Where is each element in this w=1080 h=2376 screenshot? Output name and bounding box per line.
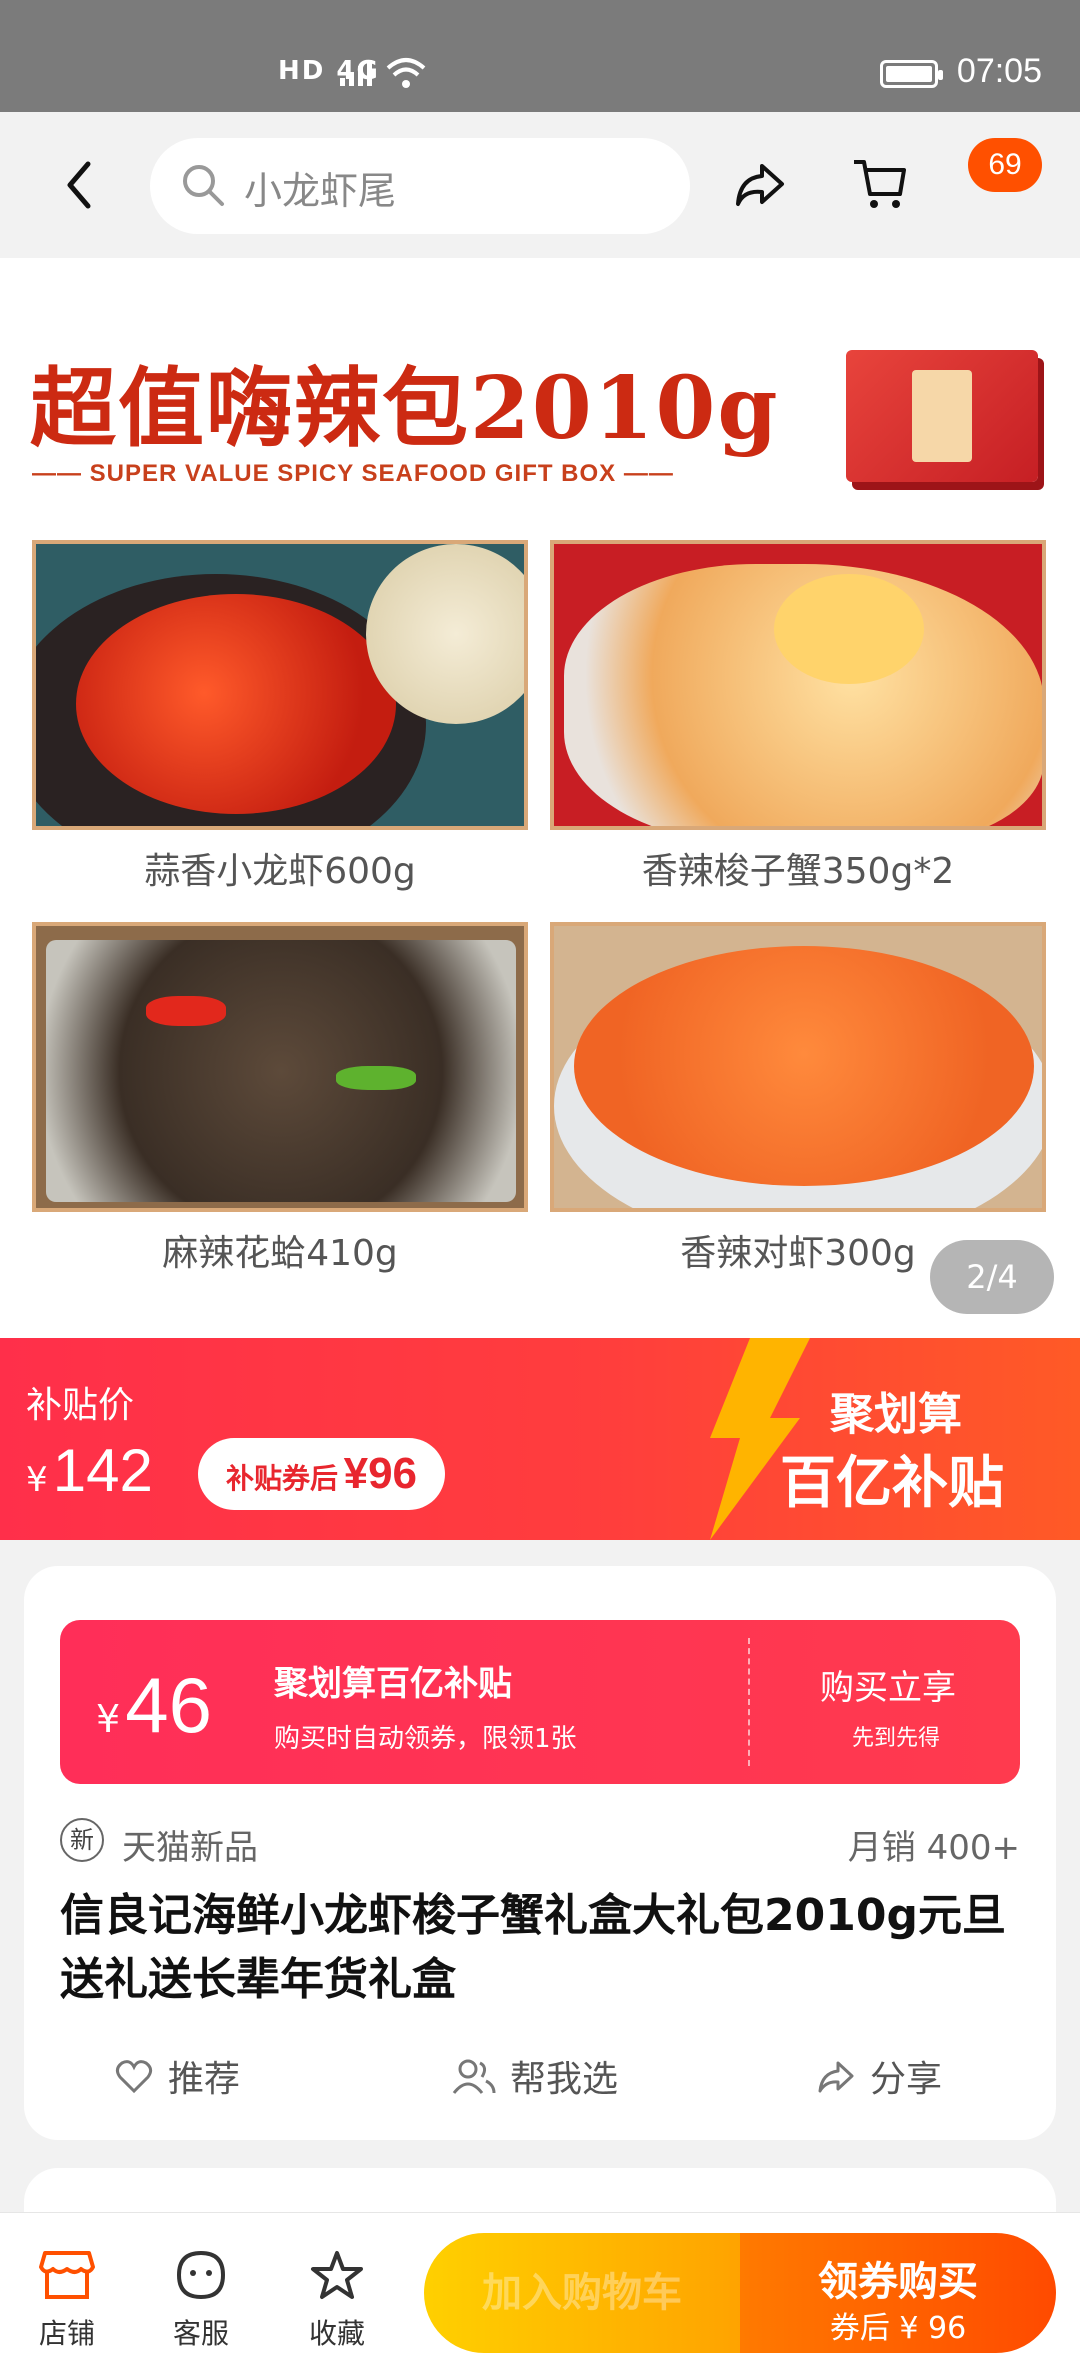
coupon-prefix: 补贴券后 <box>226 1462 339 1495</box>
item-caption: 蒜香小龙虾600g <box>144 851 416 892</box>
help-choose-button[interactable]: 帮我选 <box>452 2050 618 2102</box>
coupon-number: 46 <box>125 1661 213 1749</box>
share-button[interactable]: 分享 <box>816 2050 942 2102</box>
heart-icon <box>115 2060 153 2094</box>
image-counter: 2/4 <box>930 1240 1054 1314</box>
coupon-divider <box>748 1638 750 1766</box>
coupon-cta-sub: 先到先得 <box>852 1726 941 1751</box>
search-icon <box>183 165 224 206</box>
crab-photo <box>550 540 1046 830</box>
price-number: 142 <box>52 1437 153 1504</box>
share-label: 分享 <box>870 2059 943 2100</box>
service-tab[interactable]: 客服 <box>146 2249 256 2352</box>
bottom-action-bar: 店铺 客服 收藏 加入购物车 领券购买 券后 ¥ 96 <box>0 2212 1080 2376</box>
search-bar[interactable]: 小龙虾尾 <box>150 138 690 234</box>
monthly-sales: 月销 400+ <box>847 1828 1020 1868</box>
service-label: 客服 <box>172 2317 229 2350</box>
buy-label: 领券购买 <box>818 2259 978 2305</box>
add-to-cart-button[interactable]: 加入购物车 <box>424 2233 740 2353</box>
cart-badge: 69 <box>968 138 1042 192</box>
recommend-label: 推荐 <box>168 2059 241 2100</box>
currency-symbol: ¥ <box>26 1460 48 1500</box>
share-icon <box>818 2061 854 2093</box>
status-bar: HD 4G 07:05 <box>0 0 1080 112</box>
store-icon <box>39 2251 95 2299</box>
coupon-description: 购买时自动领券，限领1张 <box>274 1724 577 1754</box>
battery-icon <box>880 60 943 88</box>
clam-photo <box>32 922 528 1212</box>
help-choose-label: 帮我选 <box>510 2059 619 2100</box>
favorite-label: 收藏 <box>308 2317 365 2350</box>
coupon-price: ¥96 <box>343 1449 418 1498</box>
hero-subtitle: —— SUPER VALUE SPICY SEAFOOD GIFT BOX —— <box>32 460 674 487</box>
store-tab[interactable]: 店铺 <box>12 2249 122 2352</box>
new-icon: 新 <box>60 1818 104 1862</box>
item-caption: 香辣梭子蟹350g*2 <box>641 851 955 892</box>
shrimp-photo <box>550 922 1046 1212</box>
promo-line1: 聚划算 <box>830 1389 962 1440</box>
price-banner: 补贴价 ¥ 142 补贴券后 ¥96 聚划算 百亿补贴 <box>0 1338 1080 1540</box>
hero-title: 超值嗨辣包2010g <box>30 358 780 459</box>
coupon-price-pill: 补贴券后 ¥96 <box>198 1438 446 1510</box>
clock: 07:05 <box>956 52 1042 90</box>
subsidy-coupon[interactable]: ¥ 46 聚划算百亿补贴 购买时自动领券，限领1张 购买立享 先到先得 <box>60 1620 1020 1784</box>
coupon-currency: ¥ <box>96 1697 121 1741</box>
gift-box-image <box>846 350 1038 482</box>
signal-icon <box>340 60 372 86</box>
product-image-carousel[interactable]: 超值嗨辣包2010g —— SUPER VALUE SPICY SEAFOOD … <box>0 258 1080 1338</box>
price-value: ¥ 142 <box>26 1436 153 1505</box>
recommend-button[interactable]: 推荐 <box>114 2050 240 2102</box>
people-icon <box>452 2059 496 2094</box>
promo-line2: 百亿补贴 <box>780 1451 1004 1516</box>
coupon-buy-button[interactable]: 领券购买 券后 ¥ 96 <box>740 2233 1056 2353</box>
star-icon <box>311 2251 363 2299</box>
coupon-title: 聚划算百亿补贴 <box>274 1664 512 1704</box>
buy-sub-label: 券后 ¥ 96 <box>829 2311 967 2346</box>
price-label: 补贴价 <box>26 1385 135 1426</box>
search-input[interactable]: 小龙虾尾 <box>244 160 396 215</box>
favorite-tab[interactable]: 收藏 <box>282 2249 392 2352</box>
cart-icon[interactable] <box>850 154 910 214</box>
top-nav: 小龙虾尾 69 <box>0 112 1080 258</box>
wifi-icon <box>386 58 426 88</box>
product-title: 信良记海鲜小龙虾梭子蟹礼盒大礼包2010g元旦送礼送长辈年货礼盒 <box>60 1890 1006 2005</box>
share-icon[interactable] <box>732 156 788 212</box>
back-icon[interactable] <box>60 158 100 212</box>
tmall-new-label: 天猫新品 <box>122 1828 258 1868</box>
coupon-cta[interactable]: 购买立享 <box>820 1660 956 1709</box>
store-label: 店铺 <box>38 2317 95 2350</box>
coupon-amount: ¥ 46 <box>96 1660 212 1751</box>
crayfish-photo <box>32 540 528 830</box>
product-info-card: ¥ 46 聚划算百亿补贴 购买时自动领券，限领1张 购买立享 先到先得 新 天猫… <box>24 1566 1056 2140</box>
item-caption: 麻辣花蛤410g <box>162 1233 398 1274</box>
service-icon <box>176 2250 226 2300</box>
